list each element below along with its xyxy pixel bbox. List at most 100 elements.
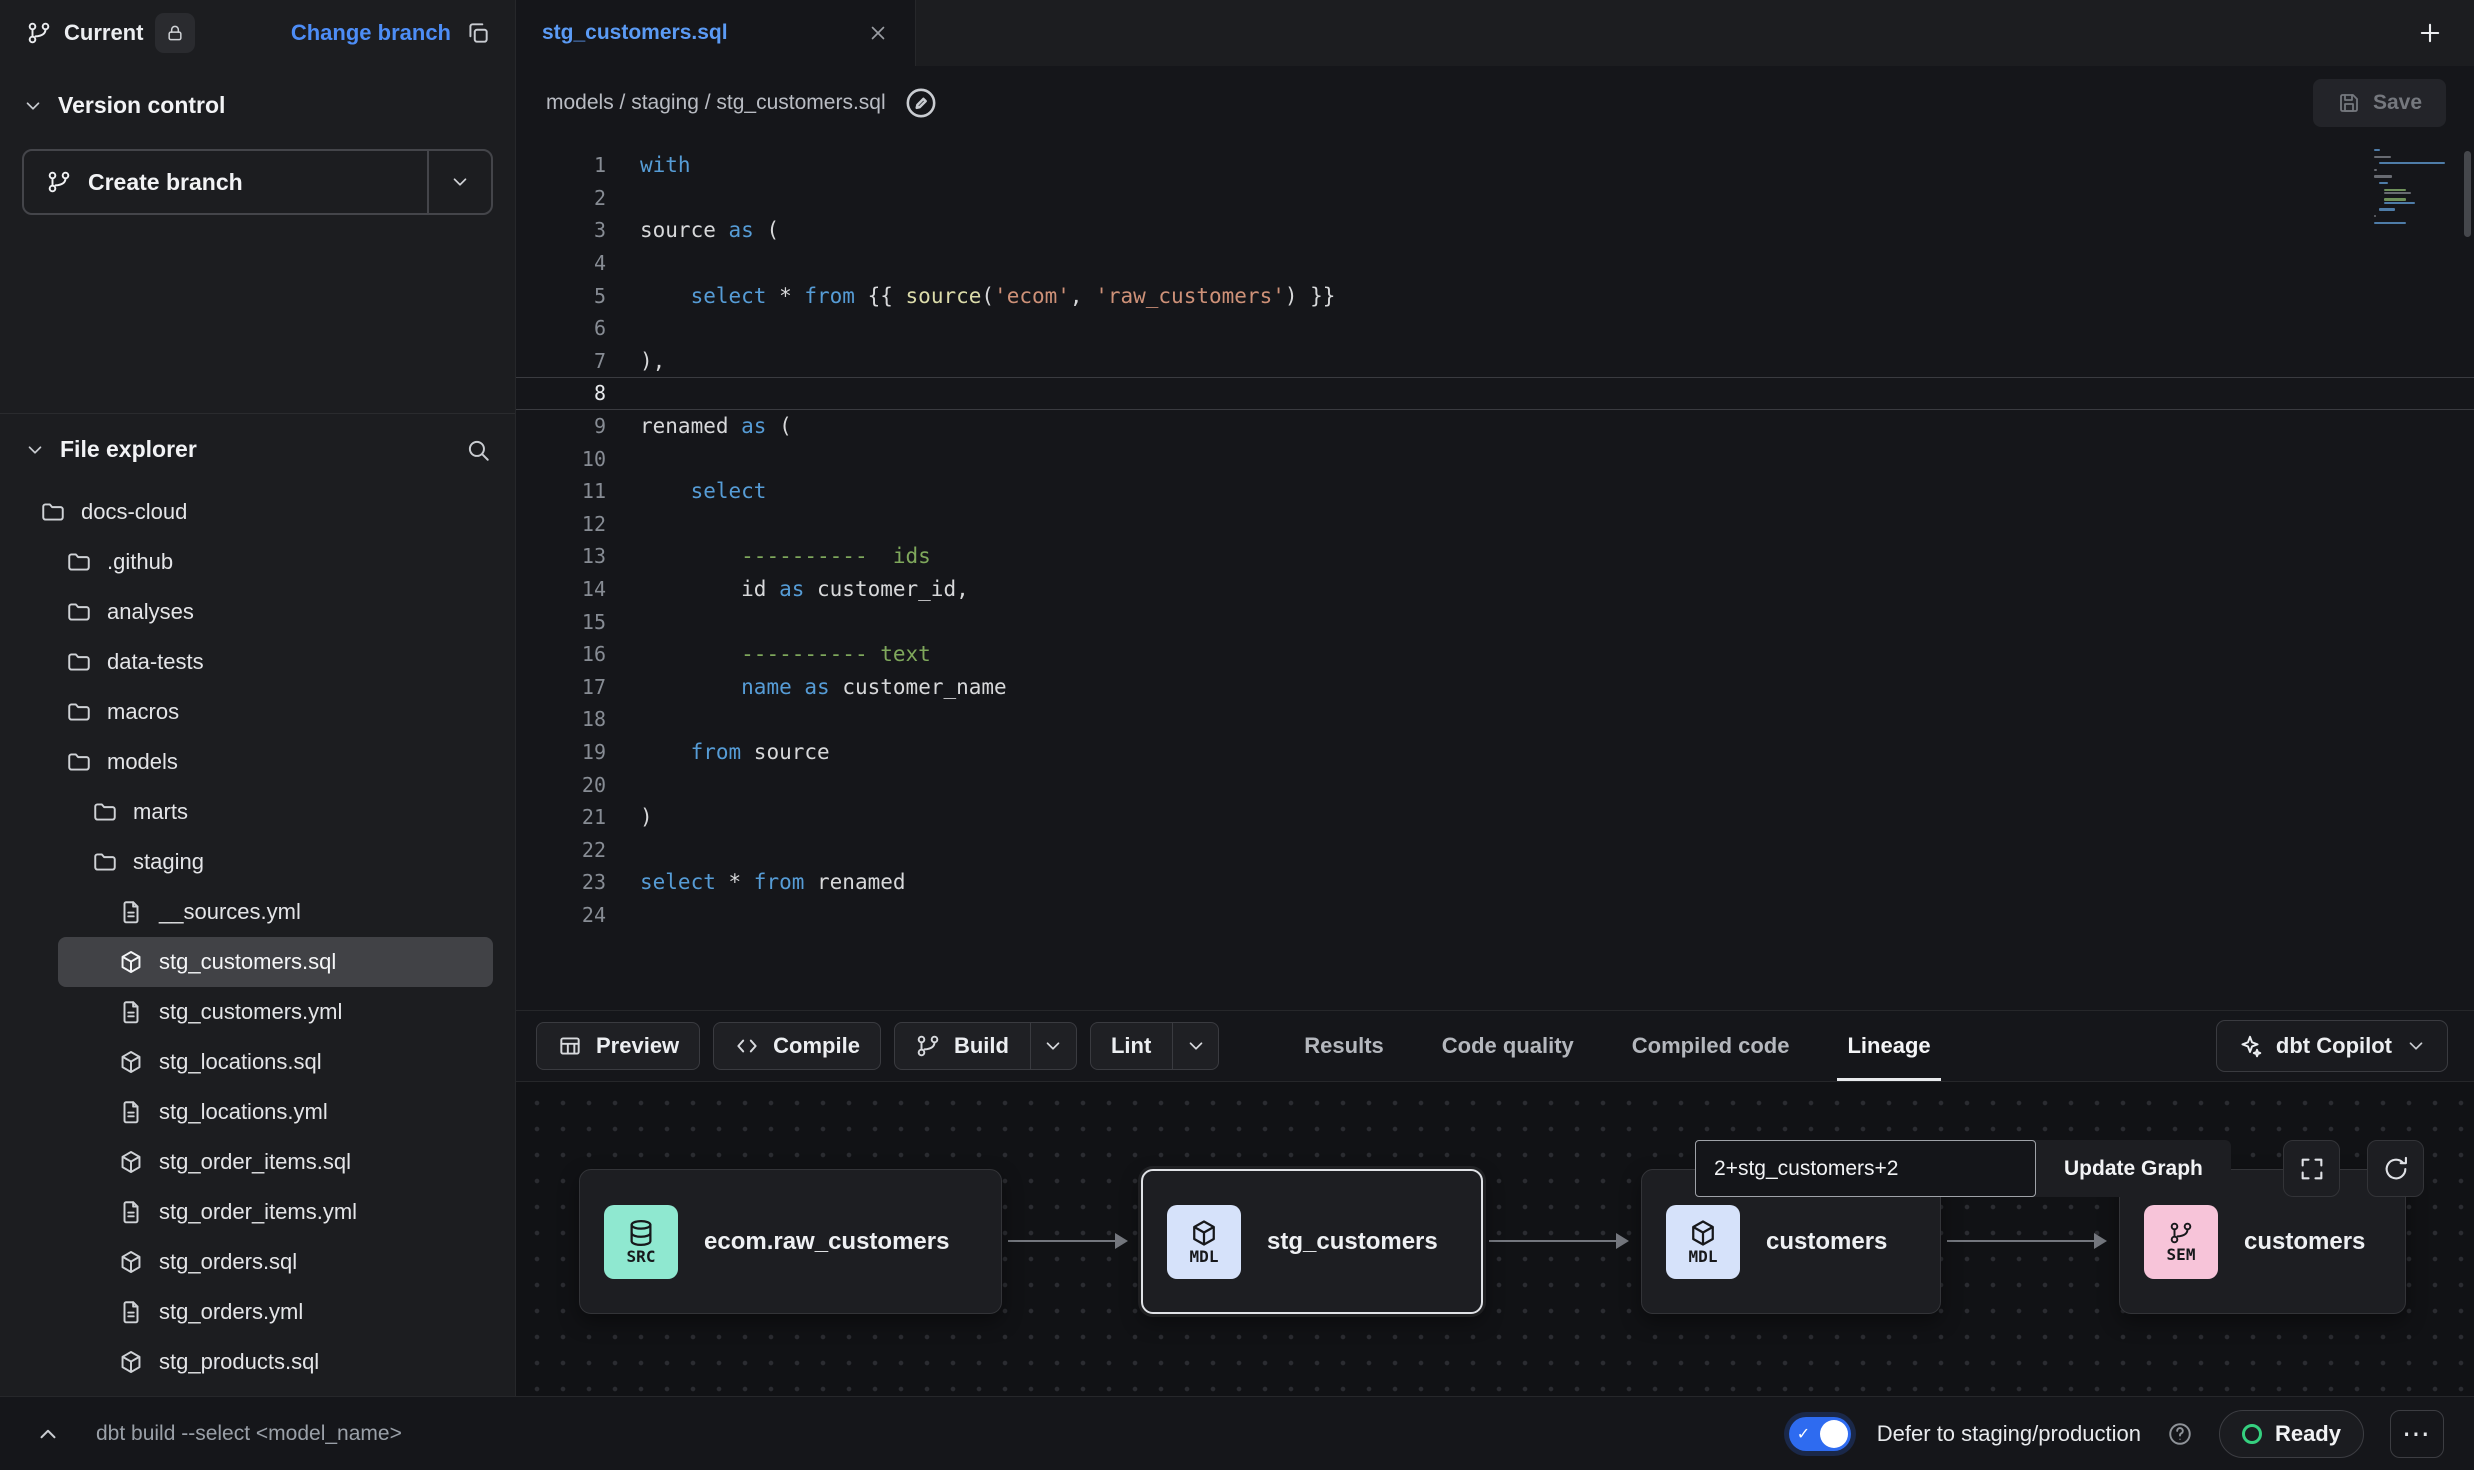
line-content: select * from {{ source('ecom', 'raw_cus… — [640, 284, 1335, 308]
code-line-12[interactable]: 12 — [516, 508, 2474, 541]
code-line-14[interactable]: 14 id as customer_id, — [516, 573, 2474, 606]
build-dropdown[interactable] — [1030, 1023, 1076, 1069]
tab-results[interactable]: Results — [1304, 1011, 1383, 1081]
line-content: select * from renamed — [640, 870, 906, 894]
lineage-node-ecom.raw_customers[interactable]: SRCecom.raw_customers — [579, 1169, 1002, 1314]
tree-file-stg_locations.yml[interactable]: stg_locations.yml — [0, 1087, 515, 1137]
file-icon — [118, 899, 144, 925]
ready-green-dot — [2242, 1424, 2262, 1444]
fullscreen-button[interactable] — [2283, 1140, 2340, 1197]
tree-folder-staging[interactable]: staging — [0, 837, 515, 887]
code-line-22[interactable]: 22 — [516, 833, 2474, 866]
edit-file-icon[interactable] — [904, 86, 938, 120]
code-editor[interactable]: 1with23source as (45 select * from {{ so… — [516, 139, 2474, 1010]
lint-dropdown[interactable] — [1172, 1023, 1218, 1069]
tree-folder-models[interactable]: models — [0, 737, 515, 787]
code-line-18[interactable]: 18 — [516, 703, 2474, 736]
tree-folder-.github[interactable]: .github — [0, 537, 515, 587]
preview-button[interactable]: Preview — [536, 1022, 700, 1070]
editor-scrollbar[interactable] — [2464, 151, 2471, 237]
tree-item-label: stg_order_items.sql — [159, 1149, 351, 1175]
code-line-1[interactable]: 1with — [516, 149, 2474, 182]
tree-file-stg_order_items.yml[interactable]: stg_order_items.yml — [0, 1187, 515, 1237]
lineage-selector-group: 2+stg_customers+2 Update Graph — [1695, 1140, 2231, 1197]
update-graph-button[interactable]: Update Graph — [2036, 1140, 2231, 1197]
new-tab-button[interactable] — [2416, 19, 2444, 47]
help-icon[interactable] — [2167, 1421, 2193, 1447]
code-line-20[interactable]: 20 — [516, 768, 2474, 801]
tab-code-quality[interactable]: Code quality — [1442, 1011, 1574, 1081]
tree-folder-data-tests[interactable]: data-tests — [0, 637, 515, 687]
file-explorer-header[interactable]: File explorer — [0, 436, 515, 463]
code-line-16[interactable]: 16 ---------- text — [516, 638, 2474, 671]
code-line-8[interactable]: 8 — [516, 377, 2474, 410]
code-line-7[interactable]: 7), — [516, 345, 2474, 378]
tree-folder-marts[interactable]: marts — [0, 787, 515, 837]
code-line-19[interactable]: 19 from source — [516, 736, 2474, 769]
lineage-node-stg_customers[interactable]: MDLstg_customers — [1141, 1169, 1483, 1314]
tree-file-stg_orders.yml[interactable]: stg_orders.yml — [0, 1287, 515, 1337]
minimap[interactable] — [2374, 149, 2458, 228]
code-line-6[interactable]: 6 — [516, 312, 2474, 345]
code-line-4[interactable]: 4 — [516, 247, 2474, 280]
lint-button[interactable]: Lint — [1090, 1022, 1219, 1070]
tree-folder-docs-cloud[interactable]: docs-cloud — [0, 487, 515, 537]
command-panel-toggle[interactable] — [0, 1421, 96, 1447]
create-branch-button[interactable]: Create branch — [24, 151, 427, 213]
code-line-11[interactable]: 11 select — [516, 475, 2474, 508]
code-line-17[interactable]: 17 name as customer_name — [516, 671, 2474, 704]
code-line-10[interactable]: 10 — [516, 442, 2474, 475]
code-line-2[interactable]: 2 — [516, 182, 2474, 215]
compile-button[interactable]: Compile — [713, 1022, 881, 1070]
code-line-9[interactable]: 9renamed as ( — [516, 410, 2474, 443]
version-control-header[interactable]: Version control — [22, 92, 493, 119]
tab-stg-customers[interactable]: stg_customers.sql — [516, 0, 916, 66]
code-line-24[interactable]: 24 — [516, 899, 2474, 932]
overflow-menu-button[interactable]: ⋯ — [2390, 1410, 2444, 1458]
code-line-21[interactable]: 21) — [516, 801, 2474, 834]
version-control-title: Version control — [58, 92, 225, 119]
line-number: 8 — [516, 381, 640, 405]
lineage-selector-input[interactable]: 2+stg_customers+2 — [1695, 1140, 2036, 1197]
code-line-5[interactable]: 5 select * from {{ source('ecom', 'raw_c… — [516, 279, 2474, 312]
tree-file-stg_products.sql[interactable]: stg_products.sql — [0, 1337, 515, 1387]
code-line-3[interactable]: 3source as ( — [516, 214, 2474, 247]
line-number: 24 — [516, 903, 640, 927]
tab-compiled-code[interactable]: Compiled code — [1632, 1011, 1790, 1081]
close-icon[interactable] — [867, 22, 889, 44]
tree-file-stg_customers.sql[interactable]: stg_customers.sql — [58, 937, 493, 987]
toggle-knob — [1820, 1420, 1848, 1448]
refresh-button[interactable] — [2367, 1140, 2424, 1197]
tree-file-__sources.yml[interactable]: __sources.yml — [0, 887, 515, 937]
create-branch-dropdown[interactable] — [427, 151, 491, 213]
tab-bar: stg_customers.sql — [516, 0, 2474, 66]
line-content: ) — [640, 805, 653, 829]
code-line-23[interactable]: 23select * from renamed — [516, 866, 2474, 899]
code-line-15[interactable]: 15 — [516, 605, 2474, 638]
tree-file-stg_customers.yml[interactable]: stg_customers.yml — [0, 987, 515, 1037]
tree-item-label: __sources.yml — [159, 899, 301, 925]
tree-file-stg_orders.sql[interactable]: stg_orders.sql — [0, 1237, 515, 1287]
command-input[interactable]: dbt build --select <model_name> — [96, 1422, 402, 1446]
dbt-copilot-button[interactable]: dbt Copilot — [2216, 1020, 2448, 1072]
change-branch-link[interactable]: Change branch — [291, 20, 451, 46]
compile-label: Compile — [773, 1033, 860, 1059]
tree-file-stg_order_items.sql[interactable]: stg_order_items.sql — [0, 1137, 515, 1187]
tree-file-stg_locations.sql[interactable]: stg_locations.sql — [0, 1037, 515, 1087]
node-badge-label: MDL — [1190, 1249, 1219, 1265]
code-line-13[interactable]: 13 ---------- ids — [516, 540, 2474, 573]
tree-folder-macros[interactable]: macros — [0, 687, 515, 737]
tree-folder-analyses[interactable]: analyses — [0, 587, 515, 637]
node-badge-SRC: SRC — [604, 1205, 678, 1279]
tab-lineage[interactable]: Lineage — [1847, 1011, 1930, 1081]
defer-toggle[interactable]: ✓ — [1789, 1417, 1851, 1451]
tree-item-label: stg_locations.yml — [159, 1099, 328, 1125]
current-branch-button[interactable]: Current — [26, 13, 195, 53]
copy-icon[interactable] — [465, 20, 491, 46]
search-icon[interactable] — [465, 437, 491, 463]
minimap-line — [2374, 169, 2377, 171]
breadcrumb-row: models / staging / stg_customers.sql Sav… — [516, 66, 2474, 139]
save-button[interactable]: Save — [2313, 79, 2446, 127]
build-button[interactable]: Build — [894, 1022, 1077, 1070]
ready-status-badge[interactable]: Ready — [2219, 1410, 2364, 1458]
